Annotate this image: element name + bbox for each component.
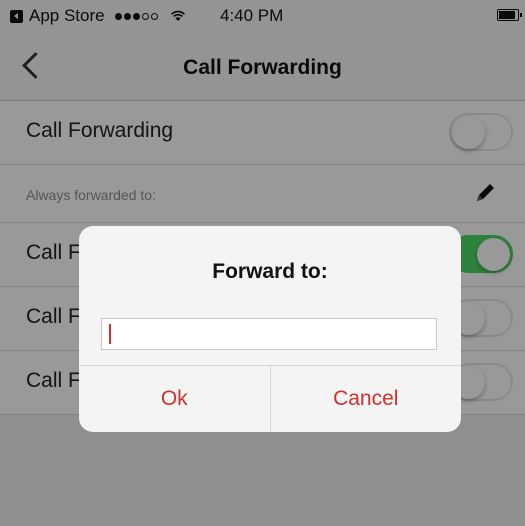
forward-to-dialog: Forward to: Ok Cancel xyxy=(79,226,461,432)
dialog-title: Forward to: xyxy=(212,260,328,283)
text-cursor xyxy=(109,324,111,344)
cancel-button[interactable]: Cancel xyxy=(269,366,462,432)
dialog-buttons: Ok Cancel xyxy=(79,365,461,432)
forward-number-input[interactable] xyxy=(101,318,437,350)
ok-button[interactable]: Ok xyxy=(79,366,270,432)
